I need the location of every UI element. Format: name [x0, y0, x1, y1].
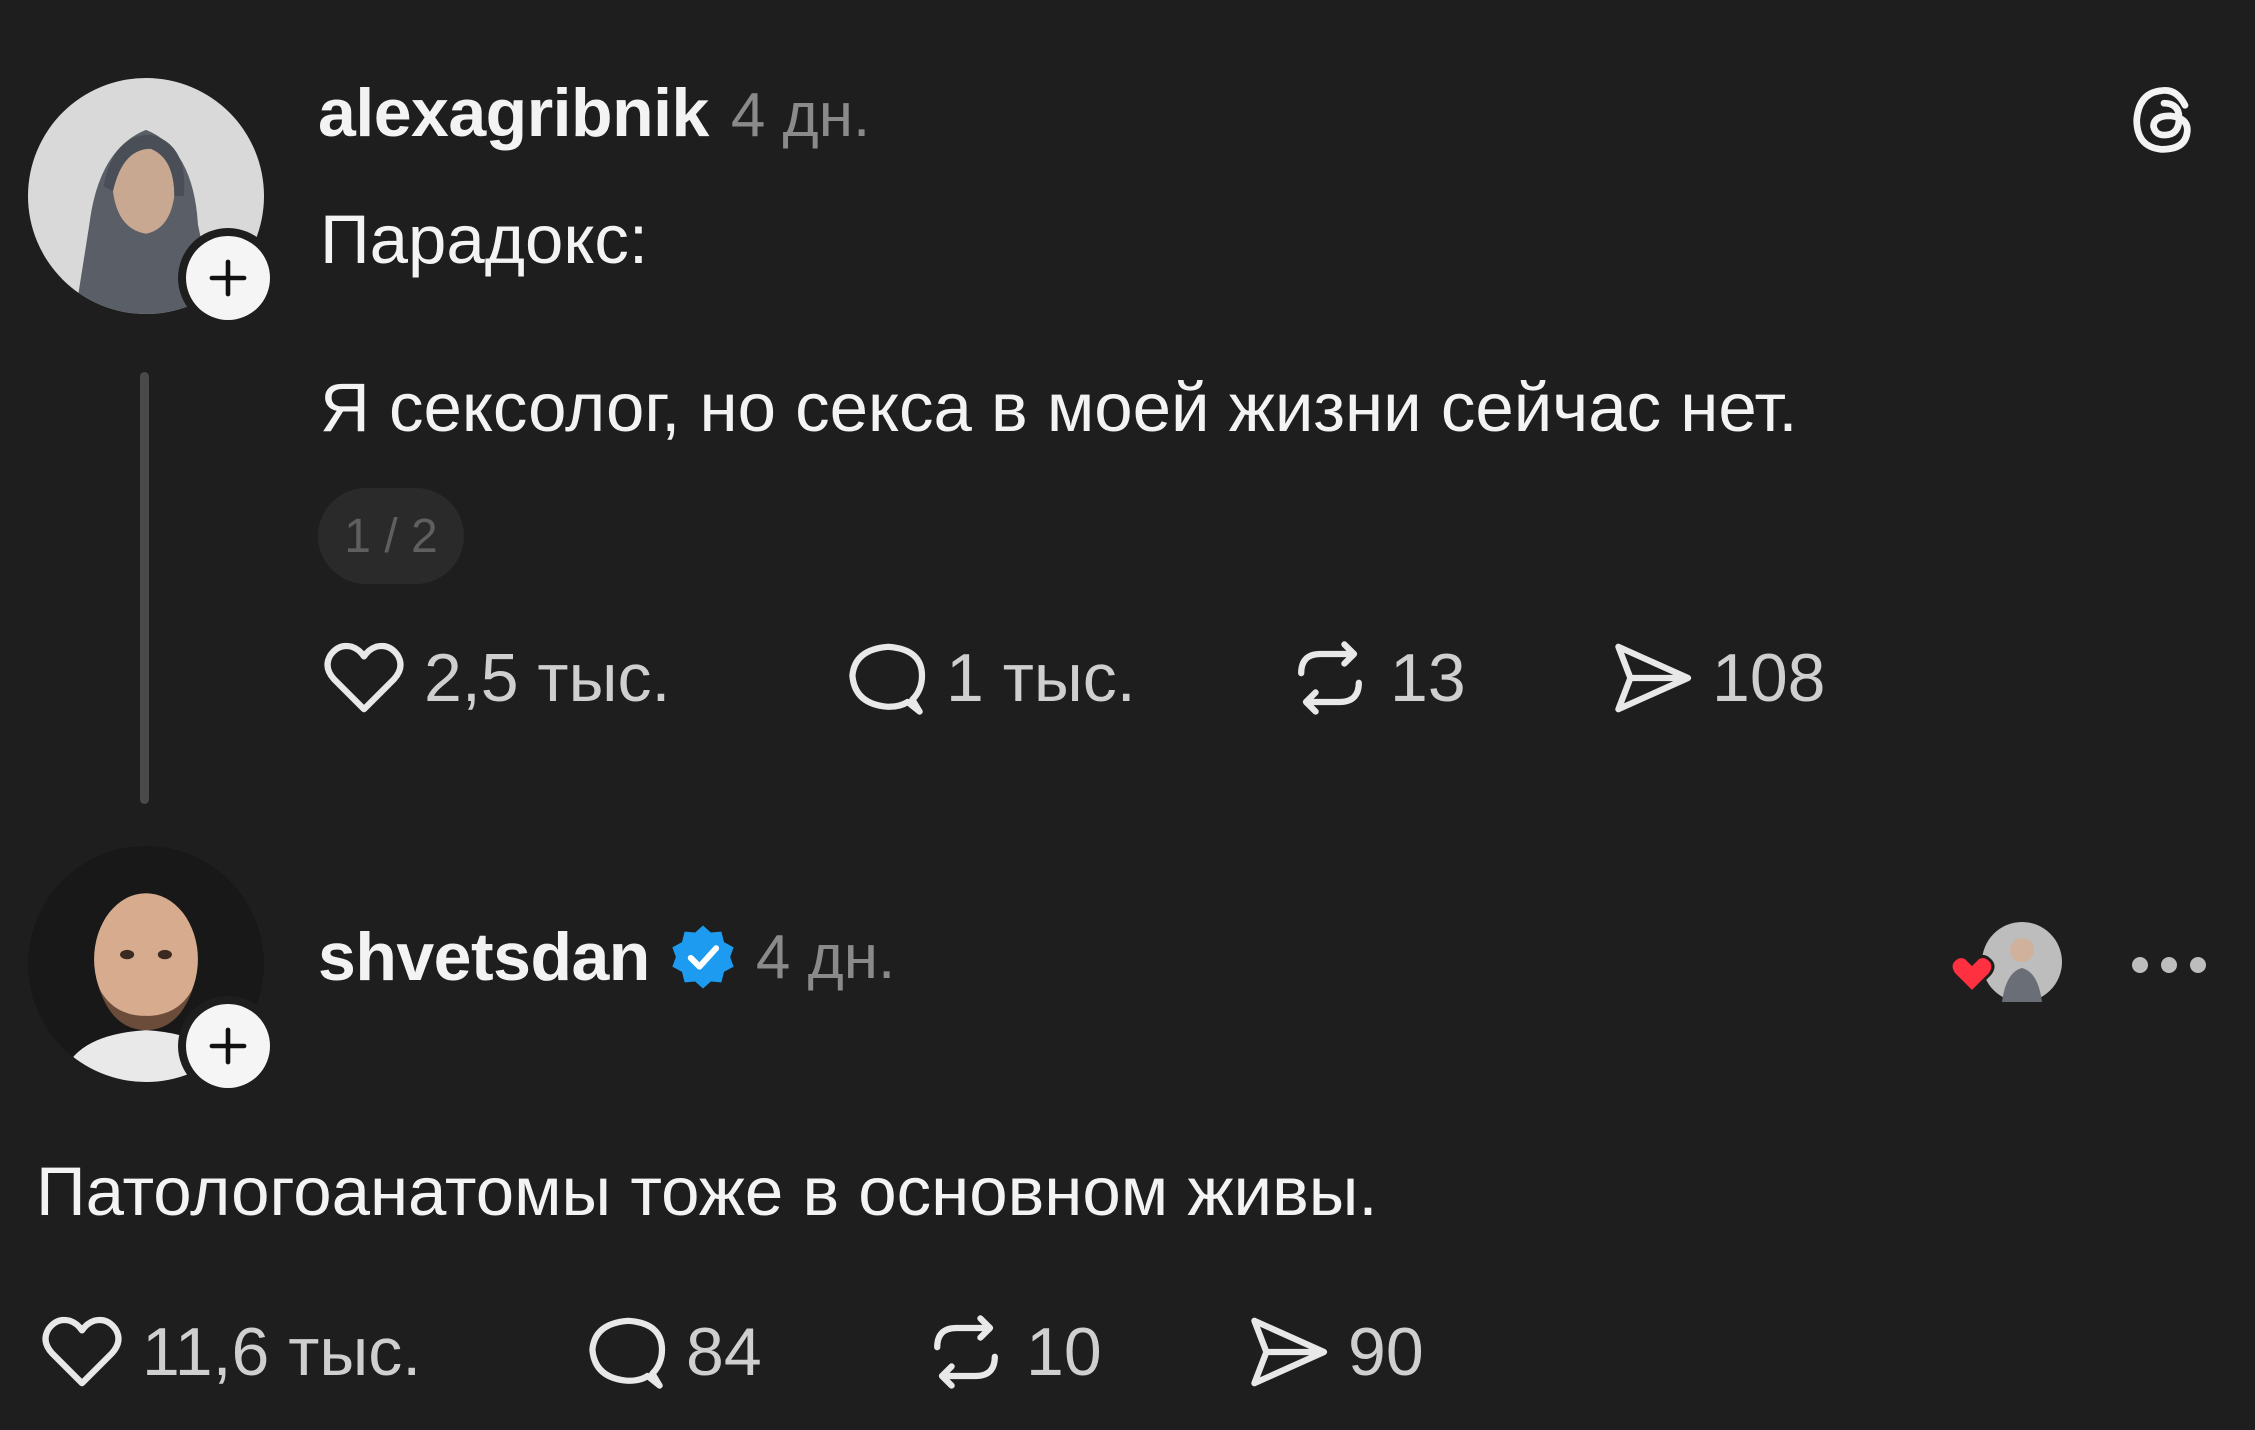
plus-icon: [209, 259, 247, 297]
send-icon: [1615, 643, 1692, 713]
post-title: Парадокс:: [320, 201, 648, 278]
repost-icon: [934, 1315, 998, 1389]
page-indicator: 1 / 2: [318, 488, 464, 584]
heart-icon: [42, 1316, 122, 1387]
comment-button[interactable]: 1 тыс.: [838, 628, 1136, 728]
like-button[interactable]: 11,6 тыс.: [34, 1302, 421, 1402]
heart-icon: [324, 642, 404, 713]
username[interactable]: alexagribnik: [318, 74, 709, 152]
repost-button[interactable]: 10: [918, 1302, 1102, 1402]
verified-badge-icon: [672, 925, 734, 989]
more-dots-icon[interactable]: [2126, 950, 2212, 980]
username[interactable]: shvetsdan: [318, 918, 650, 996]
comment-bubble-icon: [849, 643, 926, 715]
comment-bubble-icon: [589, 1317, 666, 1389]
repost-count: 10: [1026, 1314, 1102, 1390]
liked-by-author-indicator: [1942, 916, 2072, 1016]
post-body: Я сексолог, но секса в моей жизни сейчас…: [320, 369, 1798, 446]
like-count: 2,5 тыс.: [424, 640, 671, 716]
comment-count: 84: [686, 1314, 762, 1390]
thread-line: [140, 372, 149, 804]
like-count: 11,6 тыс.: [142, 1314, 422, 1390]
like-button[interactable]: 2,5 тыс.: [316, 628, 670, 728]
share-button[interactable]: 90: [1240, 1302, 1424, 1402]
send-icon: [1251, 1317, 1328, 1387]
post-time: 4 дн.: [755, 922, 896, 992]
post-body: Патологоанатомы тоже в основном живы.: [36, 1153, 1378, 1230]
repost-button[interactable]: 13: [1282, 628, 1466, 728]
comment-button[interactable]: 84: [578, 1302, 762, 1402]
post-time: 4 дн.: [730, 81, 871, 150]
post-header: alexagribnik 4 дн.: [318, 74, 870, 152]
comment-count: 1 тыс.: [946, 640, 1136, 716]
plus-icon: [209, 1027, 247, 1065]
threads-logo-icon[interactable]: [2122, 78, 2206, 162]
share-button[interactable]: 108: [1604, 628, 1825, 728]
repost-count: 13: [1390, 640, 1466, 716]
share-count: 108: [1712, 640, 1826, 716]
post-header: shvetsdan 4 дн.: [318, 918, 895, 996]
follow-button-alexagribnik[interactable]: [178, 228, 278, 328]
share-count: 90: [1348, 1314, 1424, 1390]
repost-icon: [1298, 641, 1362, 715]
follow-button-shvetsdan[interactable]: [178, 996, 278, 1096]
